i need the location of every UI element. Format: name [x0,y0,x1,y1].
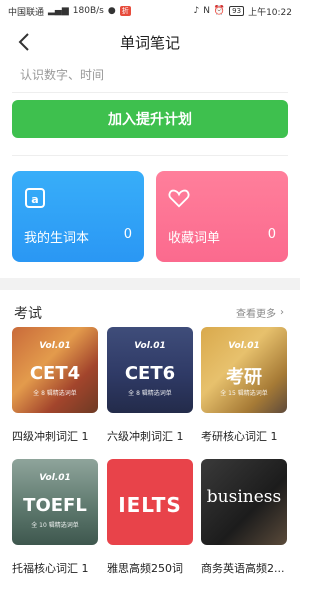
book-caption[interactable]: 雅思高频250词 [107,560,183,576]
book-cet4[interactable]: Vol.01 CET4 全 8 辑精选词单 [12,327,98,413]
join-plan-button[interactable]: 加入提升计划 [12,100,288,138]
carrier-label: 中国联通 [8,7,45,18]
book-caption[interactable]: 托福核心词汇 1 [12,560,89,576]
book-cet6[interactable]: Vol.01 CET6 全 8 辑精选词单 [107,327,193,413]
section-title: 考试 [14,306,42,322]
book-subtitle: 全 8 辑精选词单 [33,390,77,397]
book-title: CET6 [124,363,176,384]
book-title: TOEFL [23,495,87,516]
card-label: 收藏词单 [168,231,221,246]
see-more-label: 查看更多 [236,309,276,320]
book-business[interactable]: business [201,459,287,545]
chat-icon: ● [107,6,116,16]
vol-label: Vol.01 [228,341,260,351]
speed-label: 180B/s [72,6,104,16]
book-caption[interactable]: 考研核心词汇 1 [201,428,278,444]
nfc-icon: N [203,6,210,16]
book-subtitle: 全 8 辑精选词单 [128,390,172,397]
status-bar: 中国联通 ▂▄▆ 180B/s ● 折 ♪ N ⏰ 93 上午10:22 [0,0,300,22]
favorites-card[interactable]: 收藏词单 0 [156,171,288,262]
page-title: 单词笔记 [119,33,180,52]
book-title: IELTS [118,493,182,517]
app-badge: 折 [119,6,131,16]
book-kaoyan[interactable]: Vol.01 考研 全 15 辑精选词单 [201,327,287,413]
see-more-link[interactable]: 查看更多 › [236,305,284,320]
time-label: 上午10:22 [248,7,292,18]
book-title: CET4 [29,363,81,384]
book-subtitle: 全 10 辑精选词单 [31,522,79,529]
divider [12,92,288,93]
vol-label: Vol.01 [39,473,71,483]
signal-icon: ▂▄▆ [48,6,69,16]
book-caption[interactable]: 商务英语高频2... [201,560,285,576]
vol-label: Vol.01 [39,341,71,351]
search-input[interactable]: 认识数字、时间 [20,66,104,83]
svg-text:a: a [31,193,38,206]
alarm-icon: ⏰ [213,6,226,16]
book-caption[interactable]: 六级冲刺词汇 1 [107,428,184,444]
chevron-right-icon: › [280,307,284,318]
book-caption[interactable]: 四级冲刺词汇 1 [12,428,89,444]
top-bar: 单词笔记 [0,22,300,62]
battery-indicator: 93 [229,6,245,16]
back-button[interactable] [14,30,36,54]
section-separator [0,278,300,290]
heart-icon [168,189,190,208]
card-count: 0 [267,227,276,242]
book-toefl[interactable]: Vol.01 TOEFL 全 10 辑精选词单 [12,459,98,545]
book-title: 考研 [226,367,262,388]
vol-label: Vol.01 [134,341,166,351]
book-subtitle: 全 15 辑精选词单 [220,390,268,397]
mute-icon: ♪ [193,6,200,16]
card-label: 我的生词本 [24,231,90,246]
vocab-book-icon: a [25,188,45,208]
vocab-book-card[interactable]: a 我的生词本 0 [12,171,144,262]
book-ielts[interactable]: IELTS [107,459,193,545]
card-count: 0 [123,227,132,242]
divider [12,155,288,156]
book-title: business [206,487,282,507]
chevron-left-icon [18,33,29,51]
